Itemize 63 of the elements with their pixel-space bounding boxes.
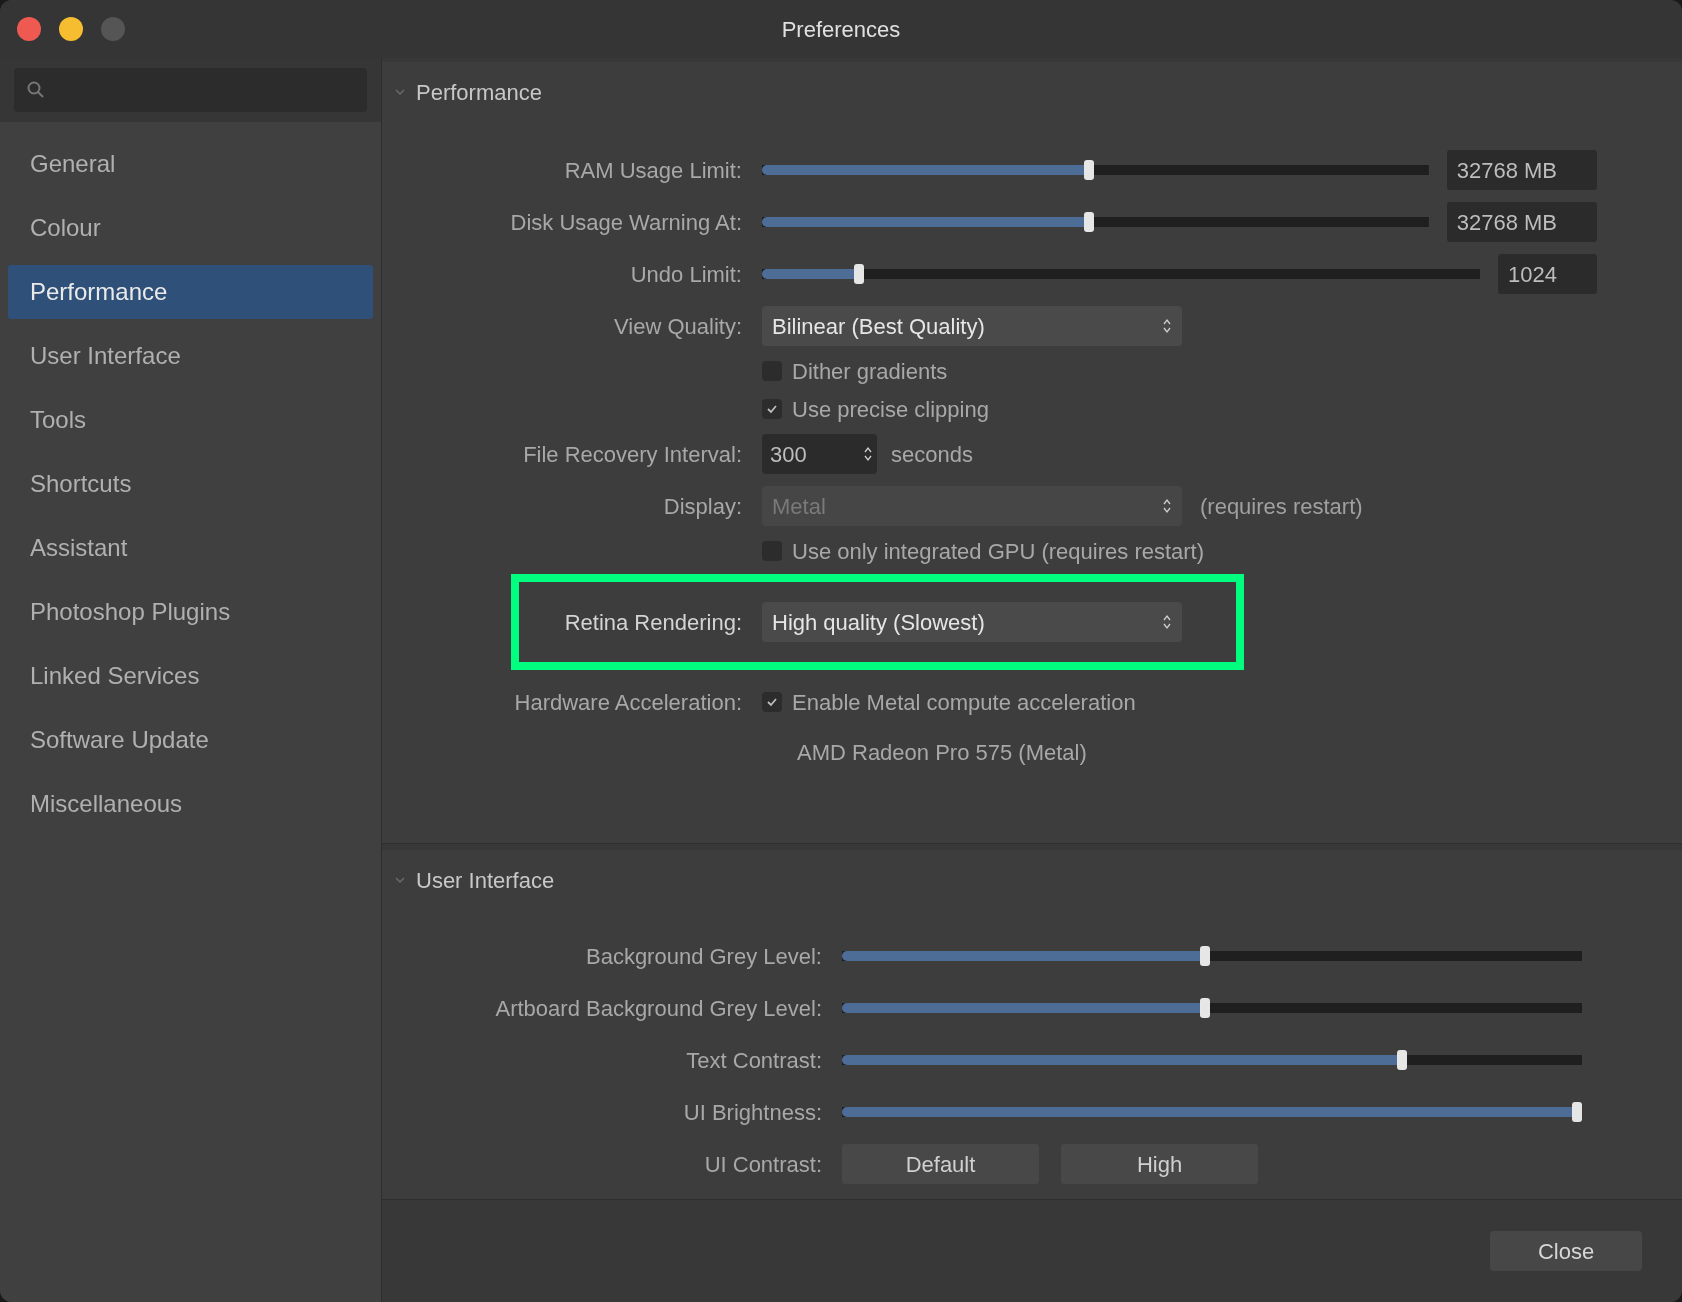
checkbox-label: Enable Metal compute acceleration [792,688,1136,717]
checkbox[interactable] [762,399,782,419]
setting-label: Retina Rendering: [564,608,742,637]
sidebar-item[interactable]: Assistant [8,521,373,575]
setting-label: Text Contrast: [686,1046,822,1075]
number-stepper[interactable]: 300 [762,434,877,474]
setting-label: RAM Usage Limit: [564,156,742,185]
setting-label: Hardware Acceleration: [514,688,742,717]
slider-thumb[interactable] [854,264,865,284]
setting-label: Artboard Background Grey Level: [495,994,822,1023]
value-field[interactable]: 32768 MB [1446,202,1597,242]
contrast-option-button[interactable]: High [1061,1144,1258,1184]
setting-label: Background Grey Level: [585,942,822,971]
dropdown[interactable]: Bilinear (Best Quality) [762,306,1182,346]
sidebar-item[interactable]: Shortcuts [8,457,373,511]
slider-thumb[interactable] [1083,160,1094,180]
sidebar-item[interactable]: Miscellaneous [8,777,373,831]
slider-thumb[interactable] [1199,998,1210,1018]
sidebar-item[interactable]: Tools [8,393,373,447]
minimize-window-button[interactable] [59,17,83,41]
zoom-window-button[interactable] [101,17,125,41]
chevron-icon[interactable] [394,86,406,98]
slider-thumb[interactable] [1396,1050,1407,1070]
dropdown[interactable]: High quality (Slowest) [762,602,1182,642]
search-field[interactable] [14,68,367,112]
sidebar-item[interactable]: Software Update [8,713,373,767]
sidebar-item[interactable]: General [8,137,373,191]
slider-thumb[interactable] [1199,946,1210,966]
setting-label: Undo Limit: [630,260,742,289]
close-button[interactable]: Close [1490,1231,1642,1271]
updown-arrows-icon [1162,613,1172,631]
search-icon [26,80,46,100]
updown-arrows-icon [1162,497,1172,515]
setting-label: UI Contrast: [704,1150,822,1179]
chevron-icon[interactable] [394,874,406,886]
slider-thumb[interactable] [1083,212,1094,232]
setting-label: UI Brightness: [683,1098,822,1127]
sidebar-item[interactable]: Colour [8,201,373,255]
updown-arrows-icon [1162,317,1172,335]
close-window-button[interactable] [17,17,41,41]
sidebar-item[interactable]: Linked Services [8,649,373,703]
slider-thumb[interactable] [1572,1102,1582,1122]
checkbox-label: Use precise clipping [792,395,989,424]
setting-label: Display: [663,492,742,521]
note-text: (requires restart) [1200,492,1363,521]
window-title: Preferences [781,15,901,44]
section-title: Performance [416,78,542,107]
contrast-option-button[interactable]: Default [842,1144,1039,1184]
checkbox-label: Dither gradients [792,357,948,386]
unit-text: seconds [891,440,973,469]
section-title: User Interface [416,866,555,895]
checkbox-label: Use only integrated GPU (requires restart) [792,537,1205,566]
value-field[interactable]: 32768 MB [1446,150,1597,190]
checkbox[interactable] [762,692,782,712]
sidebar-item[interactable]: Performance [8,265,373,319]
gpu-info-text: AMD Radeon Pro 575 (Metal) [797,739,1087,765]
setting-label: Disk Usage Warning At: [510,208,742,237]
value-field[interactable]: 1024 [1498,254,1597,294]
sidebar-item[interactable]: Photoshop Plugins [8,585,373,639]
updown-arrows-icon [863,445,873,463]
setting-label: File Recovery Interval: [523,440,742,469]
setting-label: View Quality: [614,312,742,341]
sidebar-item[interactable]: User Interface [8,329,373,383]
